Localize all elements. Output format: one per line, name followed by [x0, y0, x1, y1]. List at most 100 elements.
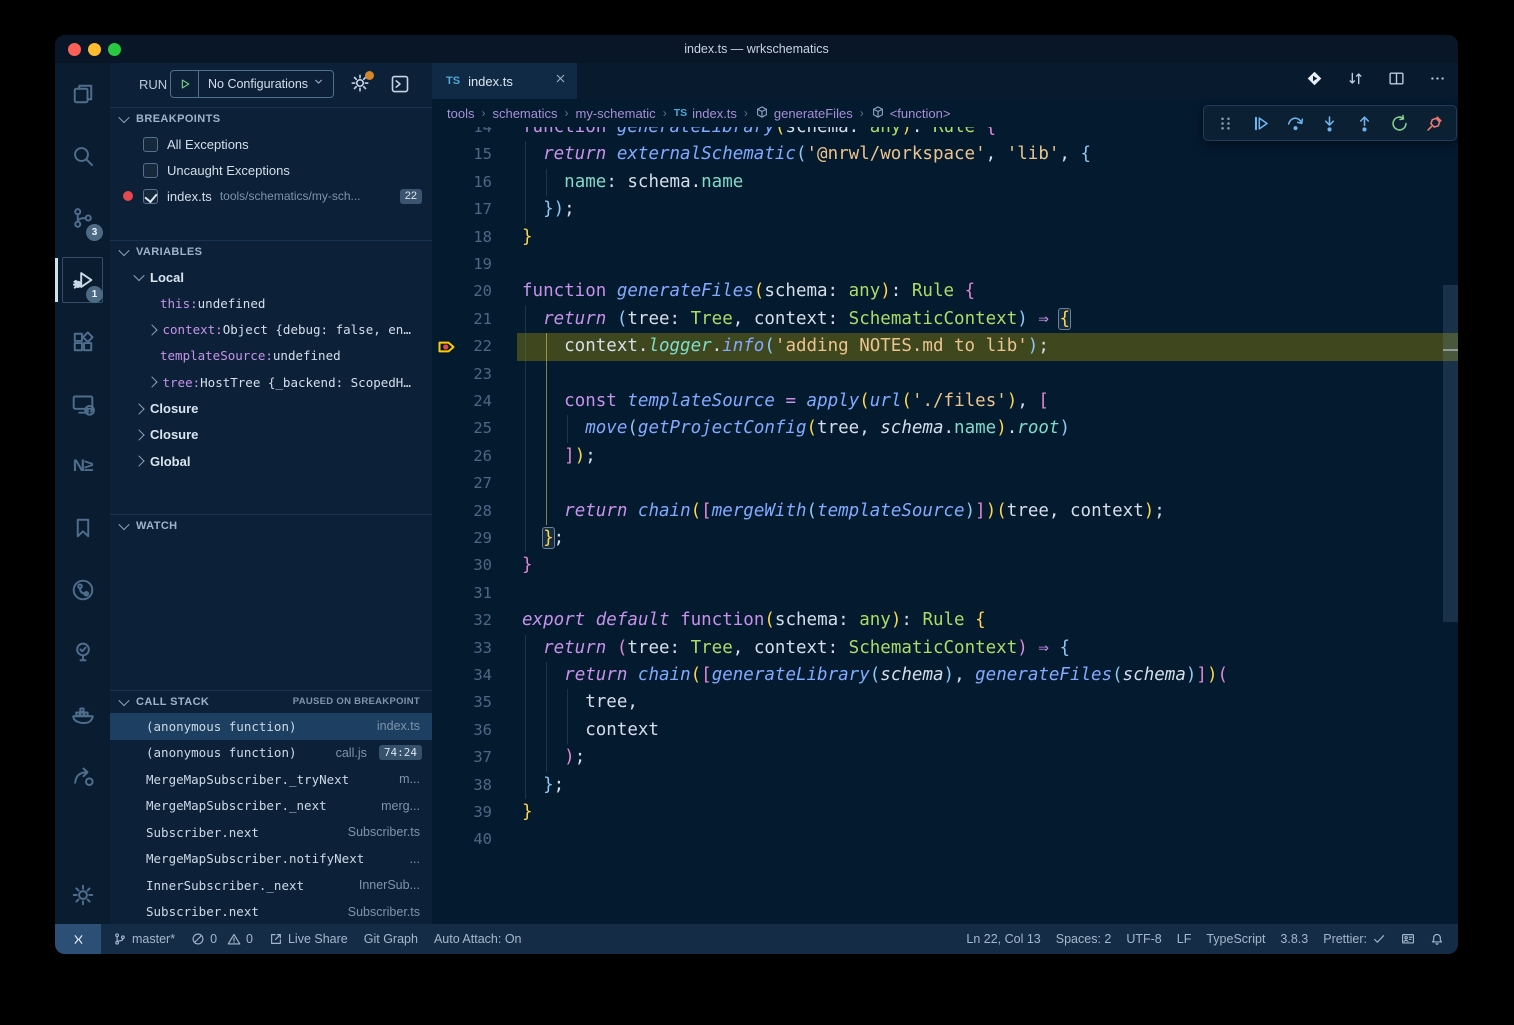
call-stack-frame[interactable]: Subscriber.nextSubscriber.ts: [110, 819, 432, 846]
call-stack-frame[interactable]: MergeMapSubscriber.notifyNext...: [110, 846, 432, 873]
section-variables[interactable]: VARIABLES: [110, 240, 432, 262]
configure-gear-icon[interactable]: [350, 73, 372, 95]
settings-gear-icon[interactable]: [55, 866, 110, 924]
code-line-31[interactable]: 31: [432, 580, 1458, 607]
code-line-17[interactable]: 17 });: [432, 196, 1458, 223]
line-number[interactable]: 15: [432, 141, 492, 168]
compare-changes-icon[interactable]: [1347, 70, 1364, 92]
code-line-23[interactable]: 23: [432, 361, 1458, 388]
code-line-38[interactable]: 38 };: [432, 772, 1458, 799]
breakpoint-row[interactable]: index.tstools/schematics/my-sch...22: [110, 183, 432, 209]
code-line-28[interactable]: 28 return chain([mergeWith(templateSourc…: [432, 498, 1458, 525]
section-call-stack[interactable]: CALL STACK PAUSED ON BREAKPOINT: [110, 690, 432, 712]
status-cursor-position[interactable]: Ln 22, Col 13: [966, 932, 1040, 946]
status-auto-attach[interactable]: Auto Attach: On: [434, 932, 522, 946]
tab-index-ts[interactable]: TS index.ts: [432, 63, 577, 99]
line-number[interactable]: 34: [432, 662, 492, 689]
call-stack-frame[interactable]: MergeMapSubscriber._tryNextm...: [110, 766, 432, 793]
line-number[interactable]: 36: [432, 717, 492, 744]
status-ts-version[interactable]: 3.8.3: [1280, 932, 1308, 946]
status-git-graph[interactable]: Git Graph: [364, 932, 418, 946]
line-number[interactable]: 30: [432, 552, 492, 579]
code-line-27[interactable]: 27: [432, 470, 1458, 497]
variable-row[interactable]: templateSource: undefined: [110, 343, 432, 369]
search-icon[interactable]: [55, 125, 110, 187]
variable-row[interactable]: context: Object {debug: false, en…: [110, 317, 432, 343]
disconnect-button[interactable]: [1420, 109, 1448, 137]
variable-row[interactable]: tree: HostTree {_backend: ScopedH…: [110, 369, 432, 395]
launch-configuration-dropdown[interactable]: No Configurations: [170, 70, 334, 98]
code-line-34[interactable]: 34 return chain([generateLibrary(schema)…: [432, 662, 1458, 689]
status-encoding[interactable]: UTF-8: [1126, 932, 1161, 946]
line-number[interactable]: 18: [432, 224, 492, 251]
line-number[interactable]: 23: [432, 361, 492, 388]
nx-console-icon[interactable]: N≥: [55, 435, 110, 497]
code-line-15[interactable]: 15 return externalSchematic('@nrwl/works…: [432, 141, 1458, 168]
live-share-icon[interactable]: [55, 745, 110, 807]
docker-icon[interactable]: [55, 683, 110, 745]
breakpoint-row[interactable]: All Exceptions: [110, 131, 432, 157]
line-number[interactable]: 40: [432, 826, 492, 853]
breadcrumb-item[interactable]: my-schematic: [576, 106, 656, 121]
line-number[interactable]: 33: [432, 635, 492, 662]
line-number[interactable]: 20: [432, 278, 492, 305]
code-line-32[interactable]: 32export default function(schema: any): …: [432, 607, 1458, 634]
code-line-39[interactable]: 39}: [432, 799, 1458, 826]
status-feedback[interactable]: [1401, 932, 1415, 946]
continue-button[interactable]: [1246, 109, 1274, 137]
code-line-20[interactable]: 20function generateFiles(schema: any): R…: [432, 278, 1458, 305]
section-watch[interactable]: WATCH: [110, 514, 432, 536]
line-number[interactable]: 28: [432, 498, 492, 525]
extensions-icon[interactable]: [55, 311, 110, 373]
breakpoint-checkbox[interactable]: [143, 163, 158, 178]
status-notifications[interactable]: [1430, 932, 1444, 946]
line-number[interactable]: 17: [432, 196, 492, 223]
line-number[interactable]: 24: [432, 388, 492, 415]
code-line-24[interactable]: 24 const templateSource = apply(url('./f…: [432, 388, 1458, 415]
line-number[interactable]: 35: [432, 689, 492, 716]
test-explorer-icon[interactable]: [55, 621, 110, 683]
breadcrumb-item[interactable]: generateFiles: [755, 105, 853, 122]
code-line-40[interactable]: 40: [432, 826, 1458, 853]
line-number[interactable]: 27: [432, 470, 492, 497]
step-out-button[interactable]: [1351, 109, 1379, 137]
line-number[interactable]: 21: [432, 306, 492, 333]
more-actions-icon[interactable]: [1429, 70, 1446, 92]
code-line-36[interactable]: 36 context: [432, 717, 1458, 744]
remote-explorer-icon[interactable]: [55, 373, 110, 435]
open-changes-icon[interactable]: [1306, 70, 1323, 92]
line-number[interactable]: 14: [432, 127, 492, 141]
code-line-29[interactable]: 29 };: [432, 525, 1458, 552]
breakpoint-checkbox[interactable]: [143, 137, 158, 152]
bookmarks-icon[interactable]: [55, 497, 110, 559]
code-line-30[interactable]: 30}: [432, 552, 1458, 579]
line-number[interactable]: 37: [432, 744, 492, 771]
explorer-icon[interactable]: [55, 63, 110, 125]
call-stack-frame[interactable]: InnerSubscriber._nextInnerSub...: [110, 872, 432, 899]
code-line-16[interactable]: 16 name: schema.name: [432, 169, 1458, 196]
line-number[interactable]: 39: [432, 799, 492, 826]
line-number[interactable]: 19: [432, 251, 492, 278]
status-errors[interactable]: 0: [191, 932, 217, 946]
source-control-icon[interactable]: 3: [55, 187, 110, 249]
status-warnings[interactable]: 0: [227, 932, 253, 946]
code-editor[interactable]: 14function generateLibrary(schema: any):…: [432, 127, 1458, 924]
status-git-branch[interactable]: master*: [113, 932, 175, 946]
split-editor-icon[interactable]: [1388, 70, 1405, 92]
variable-row[interactable]: this: undefined: [110, 290, 432, 316]
code-line-37[interactable]: 37 );: [432, 744, 1458, 771]
status-live-share[interactable]: Live Share: [269, 932, 348, 946]
line-number[interactable]: 26: [432, 443, 492, 470]
variables-scope-row[interactable]: Closure: [110, 422, 432, 448]
breadcrumb-item[interactable]: <function>: [871, 105, 951, 122]
line-number[interactable]: 29: [432, 525, 492, 552]
status-language[interactable]: TypeScript: [1206, 932, 1265, 946]
breakpoint-checkbox[interactable]: [143, 189, 158, 204]
call-stack-frame[interactable]: MergeMapSubscriber._nextmerg...: [110, 793, 432, 820]
line-number[interactable]: 22: [432, 333, 492, 360]
variables-scope-row[interactable]: Local: [110, 264, 432, 290]
step-over-button[interactable]: [1281, 109, 1309, 137]
status-eol[interactable]: LF: [1177, 932, 1192, 946]
breadcrumb-item[interactable]: tools: [447, 106, 474, 121]
code-line-25[interactable]: 25 move(getProjectConfig(tree, schema.na…: [432, 415, 1458, 442]
